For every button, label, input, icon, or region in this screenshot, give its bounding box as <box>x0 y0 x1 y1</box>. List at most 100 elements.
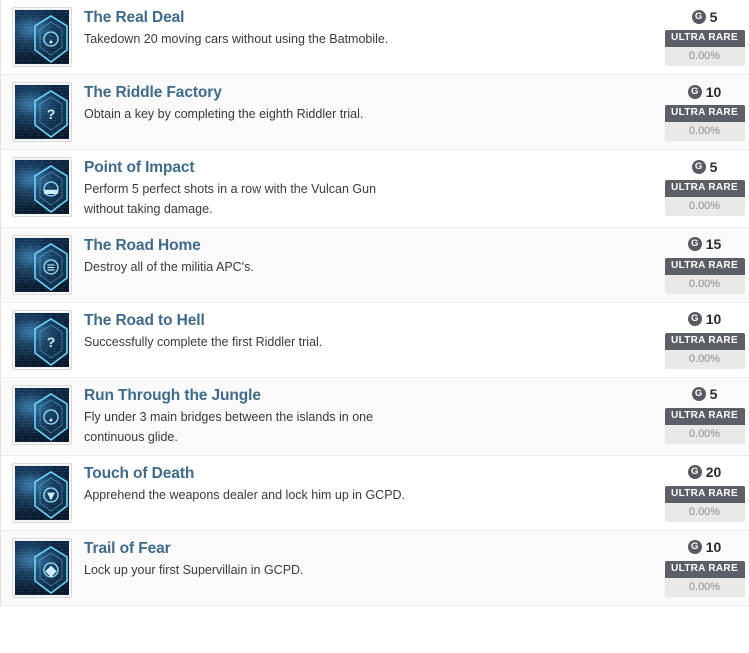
trophy-points: G 10 <box>663 310 746 329</box>
rarity-label: ULTRA RARE <box>664 105 745 122</box>
trophy-title[interactable]: Trail of Fear <box>84 539 663 558</box>
trophy-points: G 5 <box>663 7 746 26</box>
rarity-percent: 0.00% <box>688 580 721 593</box>
trophy-points: G 10 <box>663 82 746 101</box>
points-badge-icon: G <box>687 312 702 327</box>
trophy-row[interactable]: ● The Real Deal Takedown 20 moving cars … <box>1 0 749 75</box>
rarity-label: ULTRA RARE <box>664 180 745 197</box>
rarity-label: ULTRA RARE <box>664 257 745 275</box>
flame-icon: ▾ <box>34 470 68 519</box>
points-value: 20 <box>705 464 722 481</box>
svg-text:●: ● <box>49 39 53 46</box>
svg-text:?: ? <box>47 106 56 122</box>
rarity-box: ULTRA RARE 0.00% <box>664 257 745 294</box>
rarity-percent: 0.00% <box>688 277 721 290</box>
rarity-label: ULTRA RARE <box>664 30 745 47</box>
trophy-info: Run Through the Jungle Fly under 3 main … <box>72 385 663 448</box>
trophy-title[interactable]: Touch of Death <box>84 464 663 483</box>
rarity-percent: 0.00% <box>688 505 721 518</box>
trophy-meta: G 5 ULTRA RARE 0.00% <box>663 157 749 216</box>
trophy-meta: G 5 ULTRA RARE 0.00% <box>663 385 749 444</box>
trophy-meta: G 20 ULTRA RARE 0.00% <box>663 463 749 522</box>
target-icon: ● <box>34 15 68 63</box>
rarity-box: ULTRA RARE 0.00% <box>664 407 745 444</box>
trophy-row[interactable]: ? The Riddle Factory Obtain a key by com… <box>1 75 749 150</box>
trophy-thumbnail: ≡ <box>12 234 72 295</box>
trophy-points: G 15 <box>663 235 746 254</box>
trophy-description: Lock up your first Supervillain in GCPD. <box>84 563 304 578</box>
trophy-row[interactable]: ▬ Point of Impact Perform 5 perfect shot… <box>1 150 749 228</box>
rarity-percent: 0.00% <box>688 50 721 62</box>
points-value: 10 <box>705 539 722 556</box>
trophy-thumbnail: ◆ <box>12 537 72 598</box>
svg-text:●: ● <box>49 417 53 424</box>
rarity-percent: 0.00% <box>688 352 721 365</box>
trophy-description: Apprehend the weapons dealer and lock hi… <box>84 488 406 503</box>
trophy-points: G 5 <box>663 385 746 404</box>
points-value: 15 <box>705 236 722 253</box>
rarity-box: ULTRA RARE 0.00% <box>664 105 745 141</box>
points-value: 5 <box>709 8 718 25</box>
rarity-label: ULTRA RARE <box>664 332 745 350</box>
trophy-thumbnail: ? <box>12 309 72 370</box>
trophy-title[interactable]: The Road to Hell <box>84 311 663 330</box>
points-badge-icon: G <box>687 465 702 480</box>
points-badge-icon: G <box>687 540 702 555</box>
trophy-meta: G 10 ULTRA RARE 0.00% <box>663 538 749 597</box>
trophy-description: Perform 5 perfect shots in a row with th… <box>84 182 377 217</box>
rarity-box: ULTRA RARE 0.00% <box>664 180 745 216</box>
trophy-thumbnail: ▬ <box>12 157 72 217</box>
question-mark-icon: ? <box>34 317 68 366</box>
rarity-label: ULTRA RARE <box>664 560 745 578</box>
points-badge-icon: G <box>691 387 706 402</box>
trophy-info: Point of Impact Perform 5 perfect shots … <box>72 157 663 220</box>
points-value: 5 <box>709 386 718 403</box>
trophy-points: G 10 <box>663 538 746 557</box>
question-mark-icon: ? <box>34 90 68 138</box>
points-value: 10 <box>705 83 722 100</box>
trophy-list: ● The Real Deal Takedown 20 moving cars … <box>0 0 749 606</box>
trophy-title[interactable]: Run Through the Jungle <box>84 386 663 405</box>
trophy-info: Touch of Death Apprehend the weapons dea… <box>72 463 663 506</box>
trophy-title[interactable]: The Road Home <box>84 236 663 255</box>
rarity-percent: 0.00% <box>688 427 721 440</box>
trophy-title[interactable]: The Real Deal <box>84 8 663 27</box>
trophy-info: Trail of Fear Lock up your first Supervi… <box>72 538 663 581</box>
trophy-description: Fly under 3 main bridges between the isl… <box>84 410 374 444</box>
points-badge-icon: G <box>687 84 702 99</box>
trophy-points: G 5 <box>663 157 746 176</box>
vehicle-icon: ▬ <box>34 165 68 213</box>
trophy-thumbnail: ? <box>12 82 72 142</box>
points-badge-icon: G <box>687 237 702 252</box>
points-value: 5 <box>709 158 718 175</box>
trophy-title[interactable]: Point of Impact <box>84 158 663 177</box>
rarity-label: ULTRA RARE <box>664 485 745 503</box>
trophy-meta: G 5 ULTRA RARE 0.00% <box>663 7 749 66</box>
trophy-description: Obtain a key by completing the eighth Ri… <box>84 107 364 122</box>
trophy-row[interactable]: ▾ Touch of Death Apprehend the weapons d… <box>1 455 749 531</box>
trophy-thumbnail: ▾ <box>12 462 72 523</box>
trophy-description: Destroy all of the militia APC's. <box>84 260 254 275</box>
rarity-box: ULTRA RARE 0.00% <box>664 560 745 597</box>
trophy-row[interactable]: ? The Road to Hell Successfully complete… <box>1 302 749 378</box>
trophy-info: The Real Deal Takedown 20 moving cars wi… <box>72 7 663 50</box>
trophy-row[interactable]: ◆ Trail of Fear Lock up your first Super… <box>1 530 749 606</box>
rarity-label: ULTRA RARE <box>664 407 745 425</box>
trophy-row[interactable]: ● Run Through the Jungle Fly under 3 mai… <box>1 377 749 456</box>
rarity-percent: 0.00% <box>688 200 721 212</box>
rarity-box: ULTRA RARE 0.00% <box>664 332 745 369</box>
points-badge-icon: G <box>691 159 706 174</box>
trophy-title[interactable]: The Riddle Factory <box>84 83 663 102</box>
trophy-description: Takedown 20 moving cars without using th… <box>84 32 389 47</box>
svg-text:▾: ▾ <box>46 487 55 503</box>
trophy-points: G 20 <box>663 463 746 482</box>
rarity-percent: 0.00% <box>688 125 721 137</box>
svg-text:▬: ▬ <box>44 181 58 197</box>
svg-text:?: ? <box>47 334 56 350</box>
trophy-thumbnail: ● <box>12 7 72 67</box>
rarity-box: ULTRA RARE 0.00% <box>664 30 745 66</box>
trophy-row[interactable]: ≡ The Road Home Destroy all of the milit… <box>1 227 749 303</box>
svg-text:≡: ≡ <box>47 259 55 275</box>
trophy-description: Successfully complete the first Riddler … <box>84 335 323 350</box>
trophy-meta: G 10 ULTRA RARE 0.00% <box>663 82 749 141</box>
